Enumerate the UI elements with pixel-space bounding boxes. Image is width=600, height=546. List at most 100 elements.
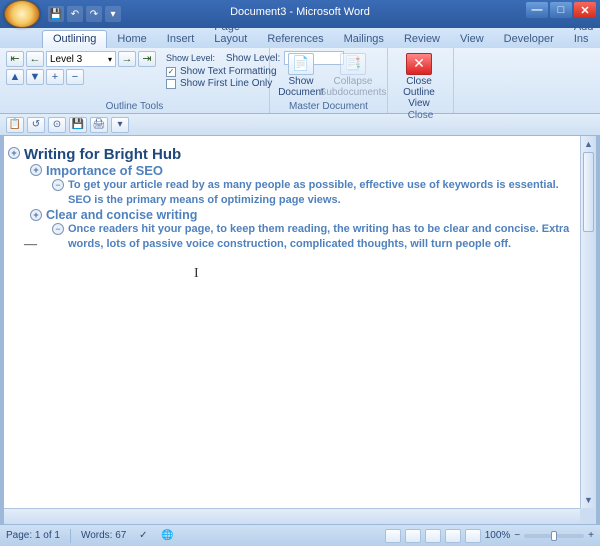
- tab-mailings[interactable]: Mailings: [334, 31, 394, 48]
- text-cursor-icon: I: [194, 266, 199, 282]
- close-button[interactable]: ✕: [574, 2, 596, 18]
- show-first-line-label: Show First Line Only: [180, 78, 272, 89]
- tab-developer[interactable]: Developer: [494, 31, 564, 48]
- language-icon[interactable]: 🌐: [160, 529, 174, 543]
- group-close: ✕ Close Outline View Close: [388, 48, 454, 113]
- expand-icon[interactable]: [8, 147, 20, 159]
- outline-heading-1[interactable]: Writing for Bright Hub: [24, 146, 572, 163]
- expand-icon[interactable]: [30, 209, 42, 221]
- status-page[interactable]: Page: 1 of 1: [6, 530, 60, 541]
- outline-body-1[interactable]: To get your article read by as many peop…: [68, 178, 572, 208]
- group-master-document: 📄 Show Document 📑 Collapse Subdocuments …: [270, 48, 388, 113]
- show-text-formatting-label: Show Text Formatting: [180, 66, 277, 77]
- promote-button[interactable]: ←: [26, 51, 44, 67]
- ribbon: ⇤ ← Level 3▾ → ⇥ ▲ ▼ + − Show Level: Sho…: [0, 48, 600, 114]
- view-outline-button[interactable]: [445, 529, 461, 543]
- show-level-label: Show Level:: [166, 53, 215, 63]
- toolbar-btn-6[interactable]: ▾: [111, 117, 129, 133]
- insertion-bar: —: [24, 236, 37, 252]
- show-document-button[interactable]: 📄 Show Document: [276, 51, 326, 98]
- collapse-subdocuments-button: 📑 Collapse Subdocuments: [328, 51, 378, 98]
- toolbar-btn-2[interactable]: ↺: [27, 117, 45, 133]
- close-outline-icon: ✕: [406, 53, 432, 75]
- demote-to-body-button[interactable]: ⇥: [138, 51, 156, 67]
- close-outline-label: Close Outline View: [394, 76, 444, 109]
- outline-body-2[interactable]: Once readers hit your page, to keep them…: [68, 222, 572, 252]
- outline-heading-2b[interactable]: Clear and concise writing: [46, 208, 572, 222]
- view-web-layout-button[interactable]: [425, 529, 441, 543]
- scroll-corner: [580, 508, 596, 524]
- collapse-subdoc-icon: 📑: [340, 53, 366, 75]
- outline-heading-2a[interactable]: Importance of SEO: [46, 163, 572, 178]
- outline-level-select[interactable]: Level 3▾: [46, 51, 116, 67]
- zoom-in-button[interactable]: +: [588, 530, 594, 541]
- titlebar: 💾 ↶ ↷ ▾ Document3 - Microsoft Word — □ ✕: [0, 0, 600, 28]
- document-viewport[interactable]: Writing for Bright Hub Importance of SEO…: [4, 136, 580, 508]
- quick-access-toolbar: 💾 ↶ ↷ ▾: [48, 6, 121, 22]
- body2-text: Once readers hit your page, to keep them…: [68, 222, 572, 252]
- vertical-scrollbar[interactable]: ▲ ▼: [580, 136, 596, 508]
- window-title: Document3 - Microsoft Word: [230, 6, 370, 18]
- group-outline-tools: ⇤ ← Level 3▾ → ⇥ ▲ ▼ + − Show Level: Sho…: [0, 48, 270, 113]
- zoom-out-button[interactable]: −: [514, 530, 520, 541]
- collapse-icon[interactable]: [52, 223, 64, 235]
- outline-content: Writing for Bright Hub Importance of SEO…: [4, 136, 580, 259]
- heading1-text: Writing for Bright Hub: [24, 146, 181, 163]
- toolbar-btn-3[interactable]: ⊙: [48, 117, 66, 133]
- promote-to-heading1-button[interactable]: ⇤: [6, 51, 24, 67]
- show-first-line-checkbox[interactable]: [166, 79, 176, 89]
- expand-icon[interactable]: [30, 164, 42, 176]
- horizontal-scrollbar[interactable]: [4, 508, 580, 524]
- view-print-layout-button[interactable]: [385, 529, 401, 543]
- group-label-master-doc: Master Document: [276, 100, 381, 112]
- document-area: Writing for Bright Hub Importance of SEO…: [4, 136, 596, 524]
- toolbar-row: 📋 ↺ ⊙ 💾 🖨 ▾: [0, 114, 600, 136]
- ribbon-tabs: Outlining Home Insert Page Layout Refere…: [0, 28, 600, 48]
- tab-outlining[interactable]: Outlining: [42, 30, 107, 48]
- tab-review[interactable]: Review: [394, 31, 450, 48]
- minimize-button[interactable]: —: [526, 2, 548, 18]
- show-text-formatting-checkbox[interactable]: ✓: [166, 67, 176, 77]
- demote-button[interactable]: →: [118, 51, 136, 67]
- group-label-outline-tools: Outline Tools: [6, 100, 263, 112]
- expand-button[interactable]: +: [46, 69, 64, 85]
- toolbar-btn-1[interactable]: 📋: [6, 117, 24, 133]
- scroll-down-arrow-icon[interactable]: ▼: [581, 492, 596, 508]
- qat-dropdown-icon[interactable]: ▾: [105, 6, 121, 22]
- separator: [70, 529, 71, 543]
- tab-view[interactable]: View: [450, 31, 494, 48]
- office-button[interactable]: [4, 0, 40, 28]
- zoom-handle[interactable]: [551, 531, 557, 541]
- scroll-thumb[interactable]: [583, 152, 594, 232]
- tab-insert[interactable]: Insert: [157, 31, 205, 48]
- document-icon: 📄: [288, 53, 314, 75]
- tab-home[interactable]: Home: [107, 31, 156, 48]
- scroll-up-arrow-icon[interactable]: ▲: [581, 136, 596, 152]
- show-document-label: Show Document: [276, 76, 326, 98]
- outline-level-controls: ⇤ ← Level 3▾ → ⇥ ▲ ▼ + −: [6, 51, 156, 89]
- toolbar-btn-5[interactable]: 🖨: [90, 117, 108, 133]
- maximize-button[interactable]: □: [550, 2, 572, 18]
- toolbar-btn-4[interactable]: 💾: [69, 117, 87, 133]
- chevron-down-icon: ▾: [108, 55, 112, 64]
- zoom-percent[interactable]: 100%: [485, 530, 511, 541]
- body1-text: To get your article read by as many peop…: [68, 178, 572, 208]
- qat-undo-icon[interactable]: ↶: [67, 6, 83, 22]
- collapse-icon[interactable]: [52, 179, 64, 191]
- zoom-slider[interactable]: [524, 534, 584, 538]
- qat-save-icon[interactable]: 💾: [48, 6, 64, 22]
- status-words[interactable]: Words: 67: [81, 530, 126, 541]
- group-label-close: Close: [394, 109, 447, 121]
- view-full-screen-button[interactable]: [405, 529, 421, 543]
- qat-redo-icon[interactable]: ↷: [86, 6, 102, 22]
- view-draft-button[interactable]: [465, 529, 481, 543]
- heading2b-text: Clear and concise writing: [46, 208, 197, 222]
- move-up-button[interactable]: ▲: [6, 69, 24, 85]
- move-down-button[interactable]: ▼: [26, 69, 44, 85]
- status-bar: Page: 1 of 1 Words: 67 ✓ 🌐 100% − +: [0, 524, 600, 546]
- tab-references[interactable]: References: [257, 31, 333, 48]
- collapse-subdoc-label: Collapse Subdocuments: [320, 76, 387, 98]
- collapse-button[interactable]: −: [66, 69, 84, 85]
- spellcheck-icon[interactable]: ✓: [136, 529, 150, 543]
- close-outline-view-button[interactable]: ✕ Close Outline View: [394, 51, 444, 109]
